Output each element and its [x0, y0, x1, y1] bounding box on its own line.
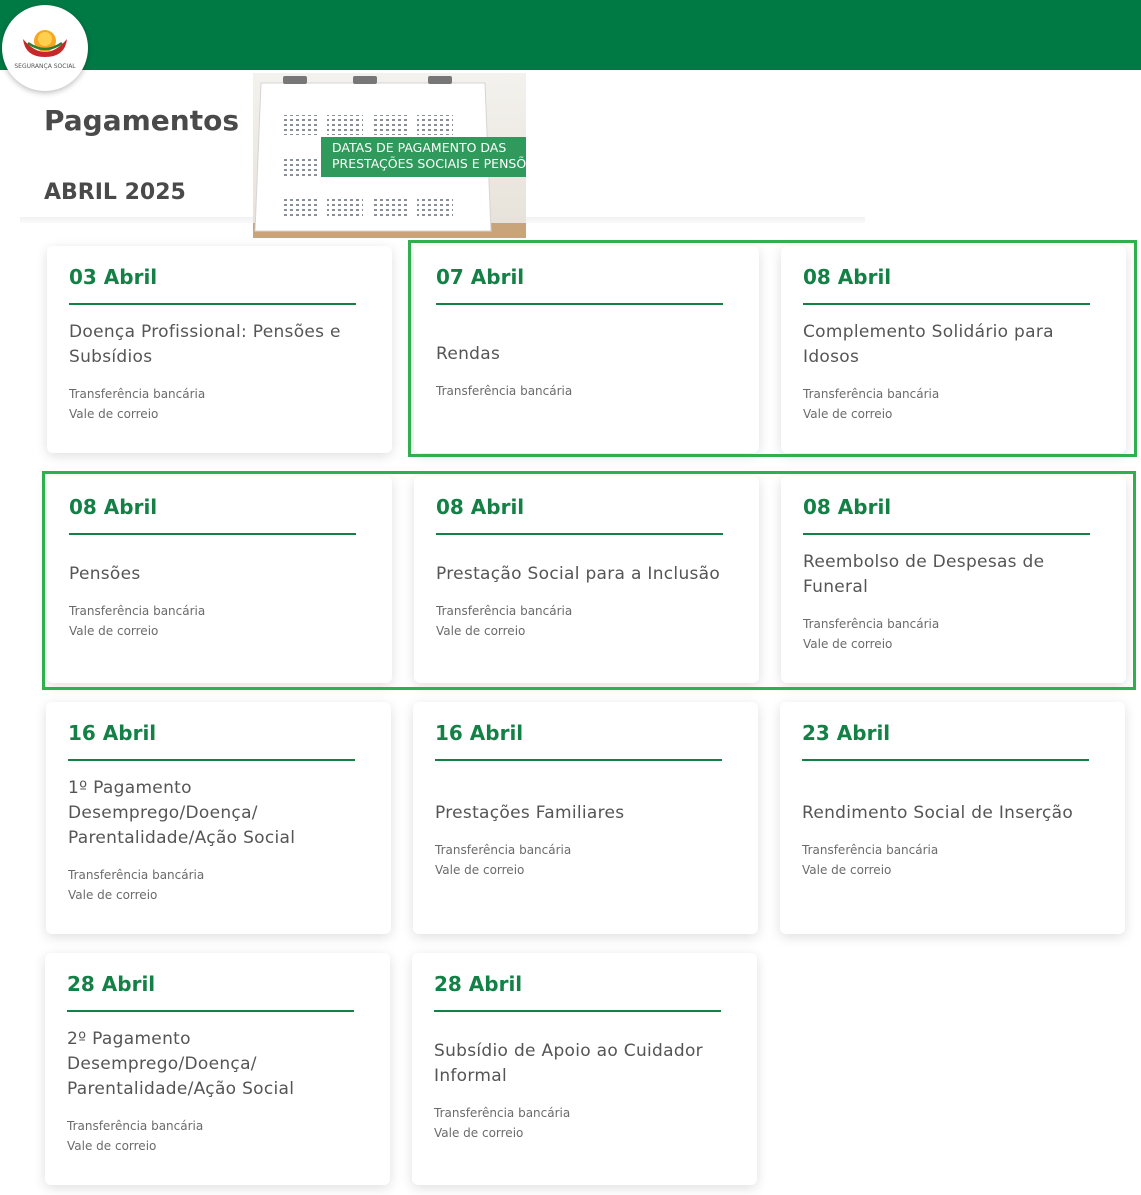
payment-method: Vale de correio [67, 1139, 157, 1153]
card-divider [436, 303, 723, 305]
card-date: 03 Abril [69, 265, 158, 289]
payment-card[interactable]: 28 Abril Subsídio de Apoio ao Cuidador I… [412, 953, 757, 1185]
card-divider [803, 533, 1090, 535]
payment-methods-list: Transferência bancária Vale de correio [436, 601, 572, 641]
card-divider [69, 533, 356, 535]
card-date: 08 Abril [803, 495, 892, 519]
card-benefit-name: Prestações Familiares [435, 803, 625, 823]
payment-method: Transferência bancária [68, 868, 205, 882]
payment-method: Transferência bancária [435, 843, 572, 857]
seguranca-social-logo[interactable]: SEGURANÇA SOCIAL [2, 5, 88, 91]
card-date: 16 Abril [435, 721, 524, 745]
card-divider [803, 303, 1090, 305]
payment-method: Vale de correio [803, 637, 893, 651]
payment-method: Transferência bancária [803, 387, 940, 401]
card-divider [68, 759, 355, 761]
payment-card[interactable]: 08 Abril Pensões Transferência bancária … [47, 476, 392, 683]
payment-method: Transferência bancária [802, 843, 939, 857]
payment-methods-list: Transferência bancária Vale de correio [69, 601, 205, 641]
card-benefit-name: Complemento Solidário para Idosos [803, 322, 1054, 367]
card-benefit-name: Reembolso de Despesas de Funeral [803, 552, 1045, 597]
payment-card[interactable]: 03 Abril Doença Profissional: Pensões e … [47, 246, 392, 453]
card-date: 07 Abril [436, 265, 525, 289]
payment-card[interactable]: 08 Abril Prestação Social para a Inclusã… [414, 476, 759, 683]
payment-method: Transferência bancária [69, 604, 206, 618]
logo-text: SEGURANÇA SOCIAL [14, 63, 76, 70]
payment-card[interactable]: 08 Abril Reembolso de Despesas de Funera… [781, 476, 1126, 683]
payment-method: Vale de correio [436, 624, 526, 638]
payment-card[interactable]: 16 Abril 1º Pagamento Desemprego/Doença/… [46, 702, 391, 934]
payment-method: Vale de correio [434, 1126, 524, 1140]
card-date: 08 Abril [803, 265, 892, 289]
payment-card[interactable]: 23 Abril Rendimento Social de Inserção T… [780, 702, 1125, 934]
banner-label-line1: DATAS DE PAGAMENTO DAS [332, 140, 507, 155]
banner-label-line2: PRESTAÇÕES SOCIAIS E PENSÕES [332, 156, 526, 171]
card-benefit-name: 2º Pagamento Desemprego/Doença/ Parental… [67, 1029, 295, 1099]
payment-methods-list: Transferência bancária Vale de correio [802, 840, 938, 880]
card-benefit-name: 1º Pagamento Desemprego/Doença/ Parental… [68, 778, 296, 848]
card-date: 08 Abril [69, 495, 158, 519]
payment-methods-list: Transferência bancária Vale de correio [67, 1116, 203, 1156]
banner-label: DATAS DE PAGAMENTO DAS PRESTAÇÕES SOCIAI… [321, 137, 526, 177]
payment-methods-list: Transferência bancária Vale de correio [68, 865, 204, 905]
payment-method: Vale de correio [69, 407, 159, 421]
card-benefit-name: Pensões [69, 564, 141, 584]
card-date: 28 Abril [434, 972, 523, 996]
card-benefit-name: Rendimento Social de Inserção [802, 803, 1074, 823]
payment-method: Vale de correio [802, 863, 892, 877]
card-date: 28 Abril [67, 972, 156, 996]
card-divider [435, 759, 722, 761]
card-benefit-name: Prestação Social para a Inclusão [436, 564, 721, 584]
card-divider [67, 1010, 354, 1012]
payment-method: Transferência bancária [434, 1106, 571, 1120]
payment-card[interactable]: 16 Abril Prestações Familiares Transferê… [413, 702, 758, 934]
card-divider [802, 759, 1089, 761]
payment-method: Transferência bancária [803, 617, 940, 631]
payment-method: Vale de correio [803, 407, 893, 421]
payment-method: Transferência bancária [436, 604, 573, 618]
payment-methods-list: Transferência bancária [436, 381, 572, 401]
payment-method: Transferência bancária [69, 387, 206, 401]
sun-logo-icon [23, 30, 67, 57]
month-title: ABRIL 2025 [44, 180, 186, 205]
payment-card[interactable]: 28 Abril 2º Pagamento Desemprego/Doença/… [45, 953, 390, 1185]
card-divider [69, 303, 356, 305]
payment-method: Vale de correio [69, 624, 159, 638]
payment-methods-list: Transferência bancária Vale de correio [69, 384, 205, 424]
payment-dates-banner[interactable]: DATAS DE PAGAMENTO DAS PRESTAÇÕES SOCIAI… [253, 73, 526, 238]
payment-methods-list: Transferência bancária Vale de correio [803, 614, 939, 654]
card-benefit-name: Doença Profissional: Pensões e Subsídios [69, 322, 341, 367]
card-date: 23 Abril [802, 721, 891, 745]
payment-method: Transferência bancária [67, 1119, 204, 1133]
payment-card[interactable]: 07 Abril Rendas Transferência bancária [414, 246, 759, 453]
card-divider [434, 1010, 721, 1012]
card-divider [436, 533, 723, 535]
payment-method: Vale de correio [435, 863, 525, 877]
page-title: Pagamentos [44, 104, 239, 137]
card-date: 08 Abril [436, 495, 525, 519]
payment-card[interactable]: 08 Abril Complemento Solidário para Idos… [781, 246, 1126, 453]
payment-methods-list: Transferência bancária Vale de correio [803, 384, 939, 424]
payment-methods-list: Transferência bancária Vale de correio [435, 840, 571, 880]
payment-method: Transferência bancária [436, 384, 573, 398]
payment-method: Vale de correio [68, 888, 158, 902]
card-date: 16 Abril [68, 721, 157, 745]
top-bar [0, 0, 1141, 70]
card-benefit-name: Subsídio de Apoio ao Cuidador Informal [434, 1041, 703, 1086]
card-benefit-name: Rendas [436, 344, 501, 364]
payment-methods-list: Transferência bancária Vale de correio [434, 1103, 570, 1143]
